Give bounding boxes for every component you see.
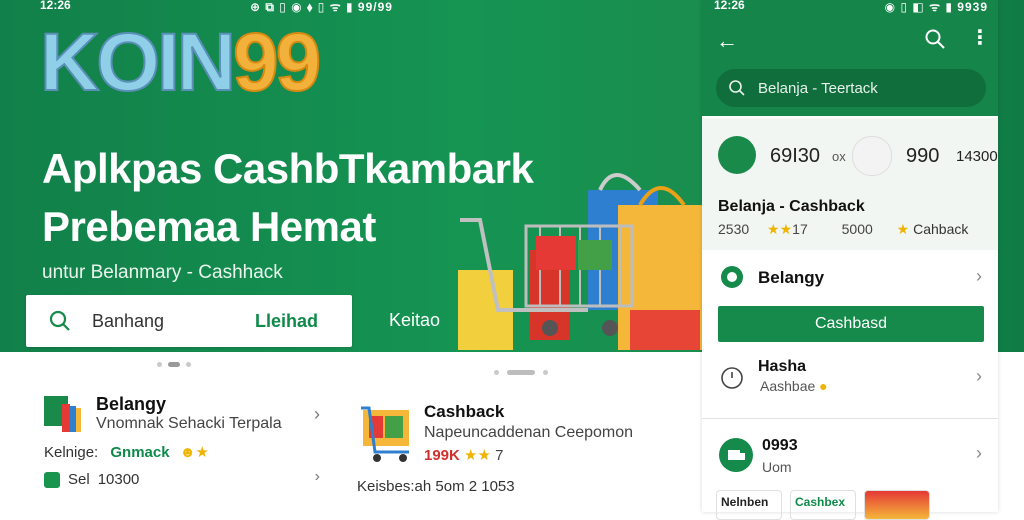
emoji-icon: ☻★: [179, 444, 209, 461]
rating-stars: ★★: [464, 447, 491, 464]
product-card-left[interactable]: Belangy Vnomnak Sehacki Terpala › Kelnig…: [26, 378, 336, 512]
card-price: 199K ★★ 7: [424, 446, 503, 464]
product-x: ox: [832, 149, 846, 164]
rating-count: 17: [792, 221, 808, 237]
chevron-right-icon: ›: [976, 366, 982, 386]
list-item-title: 0993: [762, 437, 798, 454]
cashback-label: Cahback: [913, 221, 969, 237]
chevron-right-icon: ›: [976, 266, 982, 286]
card-title: Belangy: [96, 394, 167, 414]
list-item-belangy[interactable]: Belangy ›: [702, 252, 998, 302]
back-arrow-icon[interactable]: ←: [716, 28, 738, 54]
truck-icon: [719, 438, 753, 472]
search-icon: [729, 80, 745, 96]
rating-stars: ★★: [767, 221, 793, 237]
chevron-right-icon: ›: [976, 443, 982, 463]
books-icon: [44, 396, 81, 432]
search-icon[interactable]: [924, 28, 946, 50]
list-item-subtitle: Aashbae ●: [760, 378, 828, 394]
coin-icon: [718, 136, 756, 174]
meta-count: 2530: [718, 221, 750, 237]
detail-label: Kelnige:: [44, 444, 99, 461]
carousel-dots: [157, 362, 191, 367]
hero-side-label[interactable]: Keitao: [389, 310, 440, 331]
timer-icon: [721, 367, 743, 389]
detail-value: Gnmack: [110, 444, 170, 461]
logo-part2: 99: [232, 17, 322, 108]
card-title: Cashback: [424, 402, 505, 421]
chevron-right-icon[interactable]: ›: [315, 468, 320, 486]
tile-image[interactable]: [864, 490, 930, 520]
carousel-dots-mid: [494, 370, 548, 375]
product-summary[interactable]: 69I30 ox 990 14300 Belanja - Cashback 25…: [702, 118, 998, 250]
chevron-right-icon[interactable]: ›: [314, 404, 320, 425]
list-item-title: Hasha: [758, 358, 807, 375]
list-item-subtitle: Uom: [762, 459, 792, 475]
card-description: Napeuncaddenan Ceepomon: [424, 424, 634, 441]
price-value: 199K: [424, 447, 460, 464]
product-meta: 2530 ★★17 5000 ★ Cahback: [718, 221, 968, 238]
price-label: Sel: [68, 471, 90, 488]
tile-cashbex[interactable]: Cashbex: [790, 490, 856, 520]
phone-search-bar[interactable]: Belanja - Teertack: [716, 69, 986, 107]
status-time: 12:26: [714, 0, 745, 12]
card-detail-row: Kelnige: Gnmack ☻★: [44, 443, 209, 461]
product-thumb-icon: [852, 136, 892, 176]
list-item-hasha[interactable]: Hasha Aashbae ● ›: [702, 350, 998, 416]
product-value-1: 69I30: [770, 145, 821, 167]
card-price-row: Sel 10300: [44, 471, 139, 488]
product-value-2: 990: [906, 145, 940, 167]
list-item-title: Belangy: [758, 268, 825, 287]
status-icons: ◉ ▯ ◧ ᯤ ▮ 9939: [884, 0, 988, 14]
star-icon: ★: [896, 221, 910, 237]
list-item-0993[interactable]: 0993 Uom ›: [702, 418, 998, 489]
card-footer: Keisbes:ah 5om 2 1053: [357, 478, 515, 495]
cart-icon: [361, 406, 409, 462]
shopping-illustration: [458, 173, 702, 350]
search-placeholder: Belanja - Teertack: [758, 79, 878, 97]
tag-icon: [44, 471, 60, 488]
app-toolbar: 12:26 ◉ ▯ ◧ ᯤ ▮ 9939 ← ⋮ Belanja - Teert…: [702, 0, 998, 116]
app-logo: KOIN99: [39, 21, 322, 105]
logo-part1: KOIN: [39, 17, 237, 108]
chat-icon: [721, 266, 743, 288]
hero-subline: untur Belanmary - Cashhack: [42, 262, 283, 283]
product-card-middle[interactable]: Cashback Napeuncaddenan Ceepomon 199K ★★…: [337, 380, 699, 512]
card-description: Vnomnak Sehacki Terpala: [96, 415, 282, 432]
rating-count: 7: [495, 447, 504, 464]
emoji-icon: ●: [819, 378, 828, 394]
meta-sold: 5000: [841, 221, 873, 237]
bottom-tiles: Nelnben Cashbex: [716, 490, 930, 520]
hero-search-bar[interactable]: Banhang Lleihad: [26, 295, 352, 347]
product-value-3: 14300: [956, 148, 998, 165]
search-placeholder: Banhang: [92, 310, 165, 331]
product-title: Belanja - Cashback: [718, 198, 865, 215]
price-value: 10300: [97, 471, 140, 488]
tile-nelnben[interactable]: Nelnben: [716, 490, 782, 520]
cashback-button[interactable]: Cashbasd: [718, 306, 984, 342]
status-time: 12:26: [40, 0, 71, 12]
status-icons: ⊕ ⧉ ▯ ◉ ⬧ ▯ ᯤ ▮ 99/99: [250, 0, 393, 14]
cashback-badge: ★ Cahback: [897, 221, 969, 237]
phone-screen: 12:26 ◉ ▯ ◧ ᯤ ▮ 9939 ← ⋮ Belanja - Teert…: [702, 0, 998, 520]
search-action-button[interactable]: Lleihad: [255, 311, 318, 332]
search-icon: [49, 310, 70, 331]
more-vert-icon[interactable]: ⋮: [970, 28, 990, 48]
